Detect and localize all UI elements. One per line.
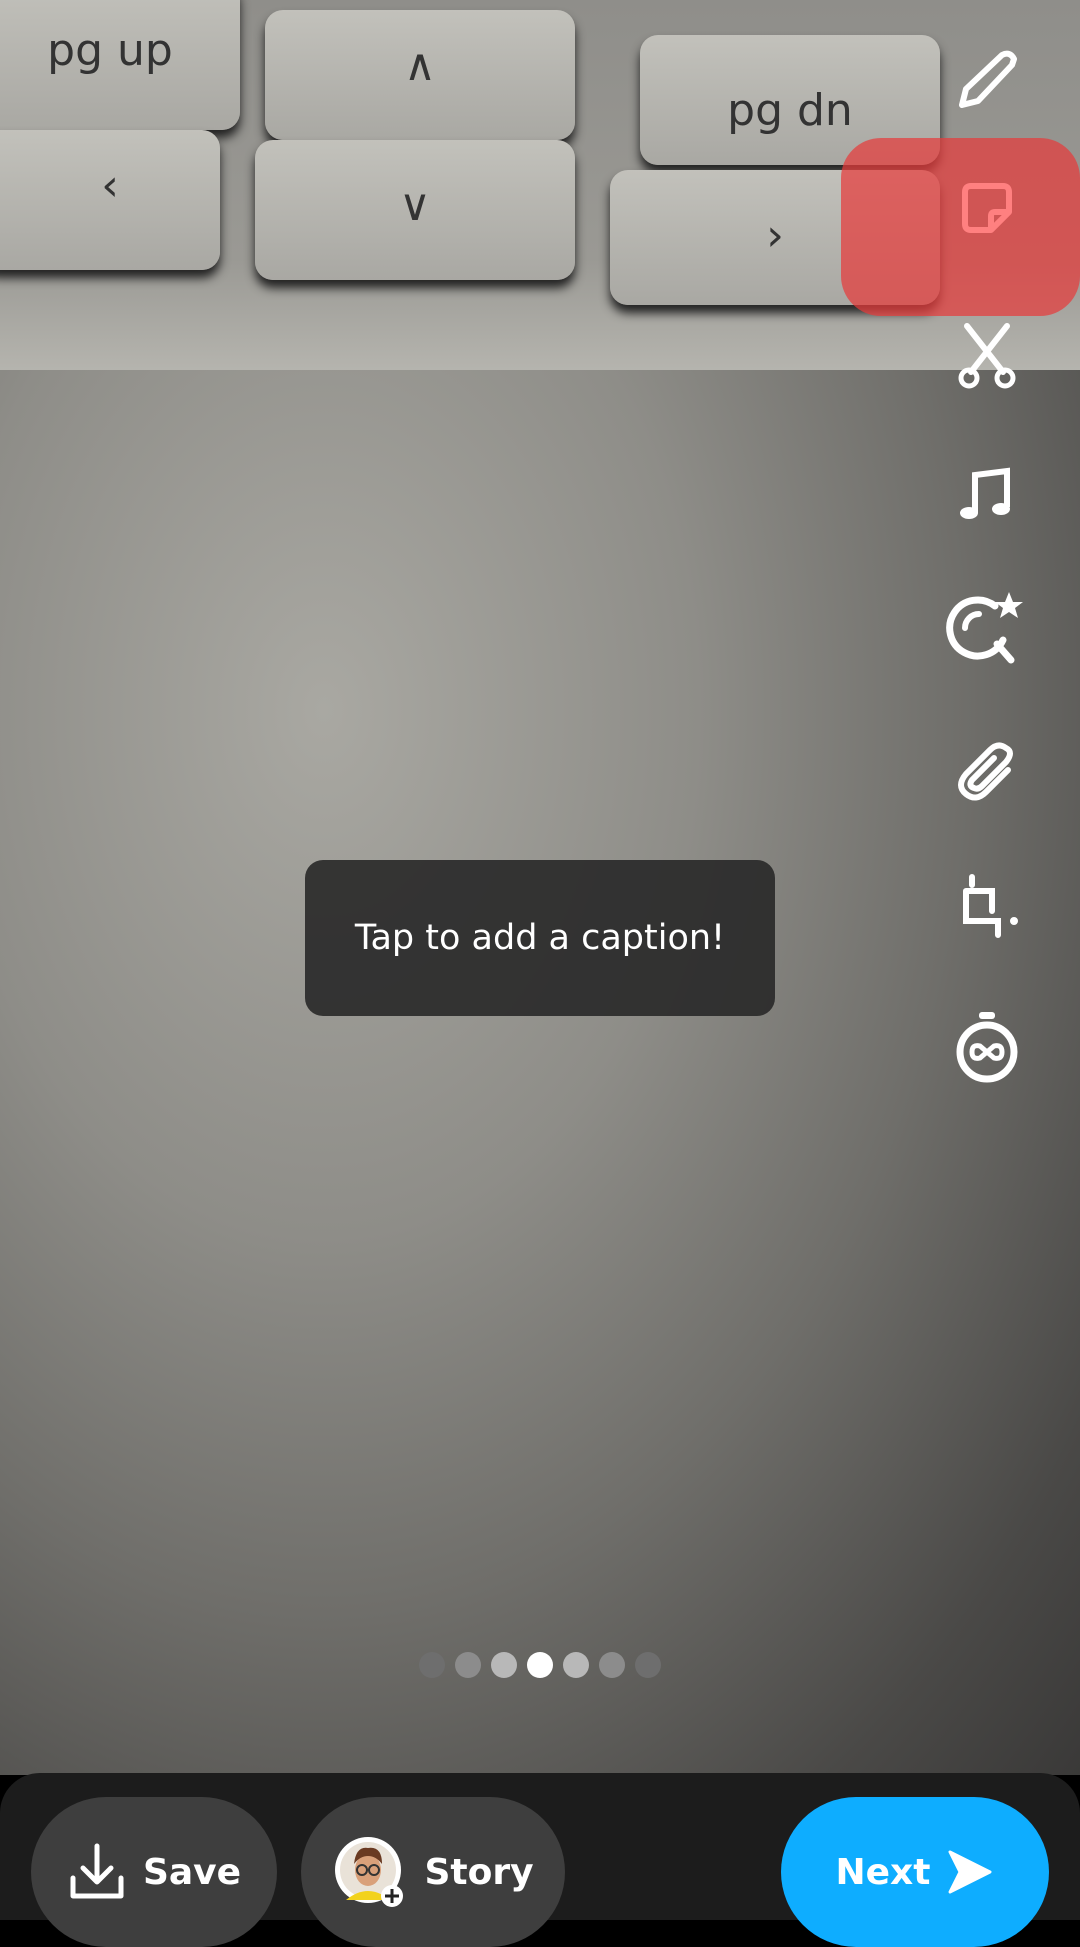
caption-prompt[interactable]: Tap to add a caption! (305, 860, 775, 1016)
draw-button[interactable] (942, 35, 1032, 125)
page-dot (635, 1652, 661, 1678)
crop-button[interactable] (942, 861, 1032, 951)
pencil-icon (959, 50, 1017, 108)
story-button[interactable]: Story (301, 1797, 565, 1947)
paperclip-icon (958, 742, 1013, 801)
sticker-icon (962, 183, 1012, 233)
send-arrow-icon (948, 1850, 992, 1894)
page-dot (455, 1652, 481, 1678)
key-left: ‹ (0, 130, 220, 270)
save-button[interactable]: Save (31, 1797, 277, 1947)
scissors-icon (958, 323, 1016, 389)
story-label: Story (424, 1851, 534, 1893)
key-pg-up: pg up (0, 0, 240, 130)
avatar (335, 1837, 404, 1907)
page-indicator (0, 1652, 1080, 1678)
next-label: Next (835, 1851, 931, 1893)
timer-button[interactable] (942, 1002, 1032, 1092)
download-icon (70, 1843, 124, 1899)
music-button[interactable] (942, 448, 1032, 538)
page-dot-active (527, 1652, 553, 1678)
page-dot (419, 1652, 445, 1678)
page-dot (491, 1652, 517, 1678)
crop-icon (963, 874, 1018, 938)
save-label: Save (142, 1851, 242, 1893)
music-note-icon (960, 467, 1010, 519)
scissors-button[interactable] (942, 310, 1032, 400)
link-button[interactable] (942, 726, 1032, 816)
timer-infinity-icon (956, 1012, 1018, 1083)
next-button[interactable]: Next (781, 1797, 1049, 1947)
caption-placeholder: Tap to add a caption! (354, 918, 726, 958)
lens-search-star-icon (946, 592, 1023, 664)
sticker-button[interactable] (942, 163, 1032, 253)
key-up: ∧ (265, 10, 575, 140)
page-dot (599, 1652, 625, 1678)
page-dot (563, 1652, 589, 1678)
key-down: ∨ (255, 140, 575, 280)
lenses-button[interactable] (942, 583, 1032, 673)
